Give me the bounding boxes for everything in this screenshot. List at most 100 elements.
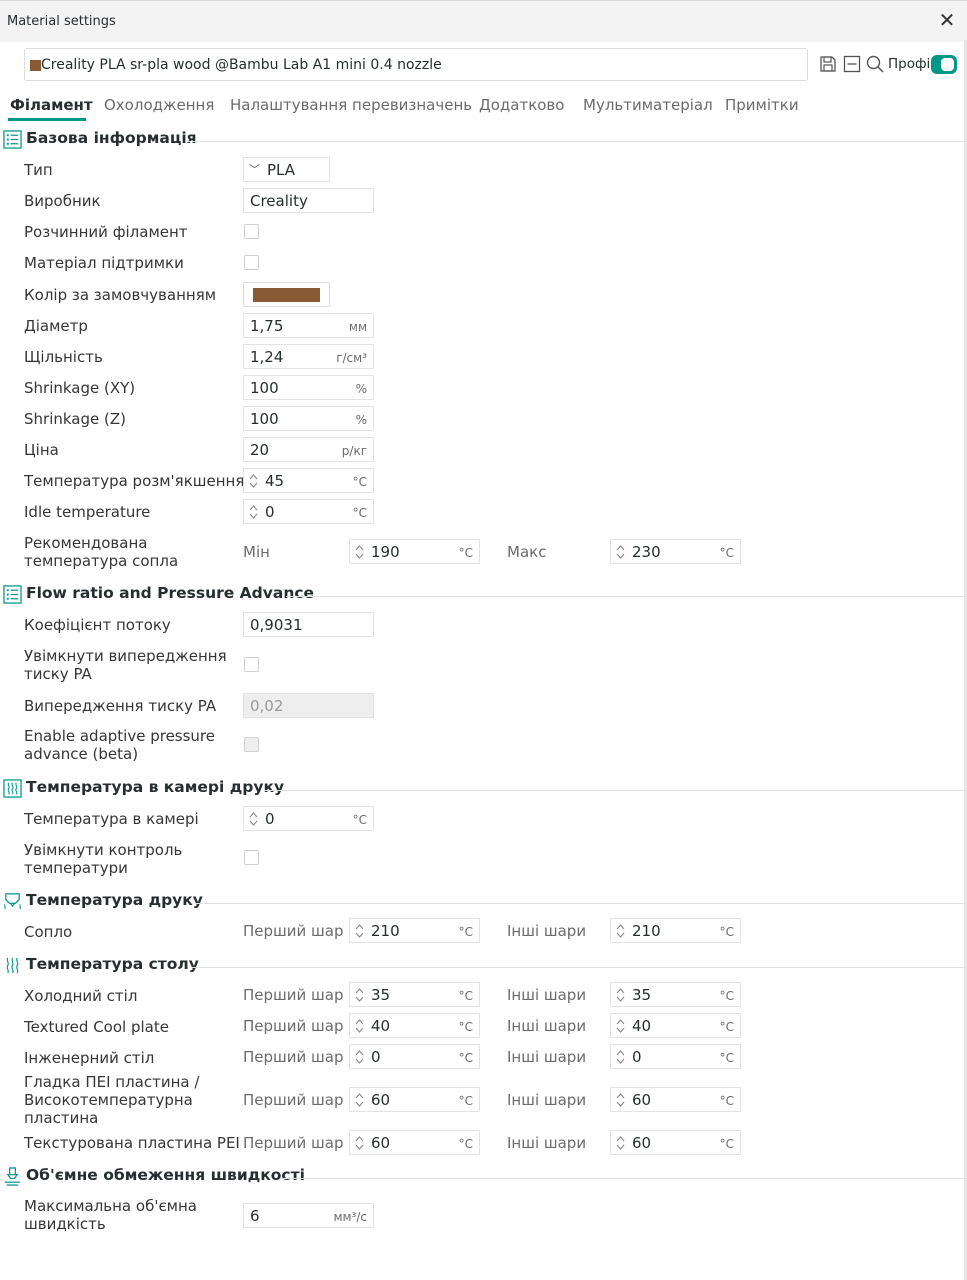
- temp-unit: °C: [458, 1051, 473, 1065]
- smooth-pei-first-layer-spinbox[interactable]: 60 °C: [349, 1087, 480, 1112]
- textured-pei-other-layers-spinbox[interactable]: 60 °C: [610, 1130, 741, 1155]
- spinner-arrows-icon[interactable]: [614, 1091, 627, 1109]
- nozzle-first-layer-label: Перший шар: [243, 922, 344, 940]
- nozzle-min-spinbox[interactable]: 190 °C: [349, 539, 480, 564]
- textured-cool-plate-other-layers-spinbox[interactable]: 40 °C: [610, 1013, 741, 1038]
- first-layer-label: Перший шар: [243, 1017, 344, 1035]
- shrinkage-xy-field[interactable]: 100 %: [243, 375, 374, 400]
- type-dropdown[interactable]: ﹀ PLA: [243, 157, 330, 182]
- cool-plate-first-layer-value: 35: [371, 986, 391, 1004]
- nozzle-max-spinbox[interactable]: 230 °C: [610, 539, 741, 564]
- spinner-arrows-icon[interactable]: [614, 986, 627, 1004]
- shrinkage-z-field[interactable]: 100 %: [243, 406, 374, 431]
- spinner-arrows-icon[interactable]: [353, 1091, 366, 1109]
- density-label: Щільність: [24, 348, 103, 366]
- tab-notes[interactable]: Примітки: [725, 96, 799, 114]
- section-flow: Flow ratio and Pressure Advance: [0, 583, 967, 607]
- tab-multimaterial[interactable]: Мультиматеріал: [583, 96, 713, 114]
- spinner-arrows-icon[interactable]: [614, 1134, 627, 1152]
- cool-plate-first-layer-spinbox[interactable]: 35 °C: [349, 982, 480, 1007]
- advanced-mode-toggle[interactable]: [931, 55, 957, 74]
- chamber-temp-label: Температура в камері: [24, 810, 199, 828]
- nozzle-max-unit: °C: [719, 546, 734, 560]
- nozzle-first-layer-spinbox[interactable]: 210 °C: [349, 918, 480, 943]
- max-volumetric-field[interactable]: 6 мм³/с: [243, 1203, 374, 1228]
- spinner-arrows-icon[interactable]: [353, 986, 366, 1004]
- idle-temp-label: Idle temperature: [24, 503, 151, 521]
- temp-unit: °C: [458, 989, 473, 1003]
- vendor-value: Creality: [250, 192, 308, 210]
- temp-control-checkbox[interactable]: [244, 850, 259, 865]
- preset-name: Creality PLA sr-pla wood @Bambu Lab A1 m…: [41, 57, 442, 73]
- tab-setting-overrides[interactable]: Налаштування перевизначень: [230, 96, 472, 114]
- softening-temp-spinbox[interactable]: 45 °C: [243, 468, 374, 493]
- nozzle-temp-label: Сопло: [24, 923, 73, 941]
- flow-speed-icon: [4, 1167, 21, 1186]
- info-list-icon: [3, 585, 22, 604]
- adaptive-pa-checkbox: [244, 737, 259, 752]
- soluble-checkbox[interactable]: [244, 224, 259, 239]
- nozzle-min-label: Мін: [243, 543, 270, 561]
- cool-plate-other-layers-spinbox[interactable]: 35 °C: [610, 982, 741, 1007]
- cost-field[interactable]: 20 р/кг: [243, 437, 374, 462]
- nozzle-first-layer-unit: °C: [458, 925, 473, 939]
- spinner-arrows-icon[interactable]: [614, 543, 627, 561]
- smooth-pei-first-layer-value: 60: [371, 1091, 391, 1109]
- nozzle-heat-icon: [4, 893, 21, 910]
- section-bed-temperature: Температура столу: [0, 954, 967, 978]
- idle-temp-spinbox[interactable]: 0 °C: [243, 499, 374, 524]
- tab-advanced[interactable]: Додатково: [479, 96, 564, 114]
- enable-pa-checkbox[interactable]: [244, 657, 259, 672]
- save-icon[interactable]: [818, 54, 838, 74]
- engineering-plate-first-layer-value: 0: [371, 1048, 381, 1066]
- close-icon[interactable]: ✕: [937, 10, 957, 30]
- spinner-arrows-icon[interactable]: [353, 1134, 366, 1152]
- delete-icon[interactable]: [842, 54, 862, 74]
- advanced-mode-label: Профі: [888, 56, 931, 72]
- preset-selector[interactable]: Creality PLA sr-pla wood @Bambu Lab A1 m…: [24, 48, 808, 81]
- textured-cool-plate-first-layer-spinbox[interactable]: 40 °C: [349, 1013, 480, 1038]
- textured-pei-first-layer-value: 60: [371, 1134, 391, 1152]
- info-list-icon: [3, 130, 22, 149]
- tab-cooling[interactable]: Охолодження: [104, 96, 214, 114]
- adaptive-pa-label-line2: advance (beta): [24, 745, 139, 763]
- tab-filament[interactable]: Філамент: [10, 96, 93, 114]
- softening-temp-label: Температура розм'якшення: [24, 472, 245, 490]
- spinner-arrows-icon[interactable]: [247, 472, 260, 490]
- spinner-arrows-icon[interactable]: [614, 1048, 627, 1066]
- support-material-checkbox[interactable]: [244, 255, 259, 270]
- search-icon[interactable]: [865, 54, 885, 74]
- nozzle-other-layers-spinbox[interactable]: 210 °C: [610, 918, 741, 943]
- nozzle-max-label: Макс: [507, 543, 547, 561]
- engineering-plate-first-layer-spinbox[interactable]: 0 °C: [349, 1044, 480, 1069]
- flow-ratio-field[interactable]: 0,9031: [243, 612, 374, 637]
- spinner-arrows-icon[interactable]: [614, 1017, 627, 1035]
- smooth-pei-other-layers-value: 60: [632, 1091, 652, 1109]
- section-volumetric-speed: Об'ємне обмеження швидкості: [0, 1165, 967, 1189]
- density-field[interactable]: 1,24 г/см³: [243, 344, 374, 369]
- spinner-arrows-icon[interactable]: [353, 922, 366, 940]
- idle-temp-unit: °C: [352, 506, 367, 520]
- spinner-arrows-icon[interactable]: [247, 503, 260, 521]
- vendor-field[interactable]: Creality: [243, 188, 374, 213]
- diameter-field[interactable]: 1,75 мм: [243, 313, 374, 338]
- nozzle-range-label-line1: Рекомендована: [24, 534, 148, 552]
- spinner-arrows-icon[interactable]: [353, 543, 366, 561]
- spinner-arrows-icon[interactable]: [614, 922, 627, 940]
- section-title: Об'ємне обмеження швидкості: [26, 1166, 305, 1184]
- textured-pei-other-layers-value: 60: [632, 1134, 652, 1152]
- diameter-label: Діаметр: [24, 317, 88, 335]
- smooth-pei-label-line3: пластина: [24, 1109, 99, 1127]
- active-tab-indicator: [8, 118, 86, 121]
- chamber-temp-spinbox[interactable]: 0 °C: [243, 806, 374, 831]
- spinner-arrows-icon[interactable]: [353, 1017, 366, 1035]
- other-layers-label: Інші шари: [507, 986, 587, 1004]
- smooth-pei-other-layers-spinbox[interactable]: 60 °C: [610, 1087, 741, 1112]
- engineering-plate-other-layers-spinbox[interactable]: 0 °C: [610, 1044, 741, 1069]
- textured-pei-first-layer-spinbox[interactable]: 60 °C: [349, 1130, 480, 1155]
- spinner-arrows-icon[interactable]: [247, 810, 260, 828]
- textured-cool-plate-label: Textured Cool plate: [24, 1018, 169, 1036]
- spinner-arrows-icon[interactable]: [353, 1048, 366, 1066]
- chamber-heat-icon: [3, 779, 22, 798]
- default-color-button[interactable]: [243, 282, 330, 307]
